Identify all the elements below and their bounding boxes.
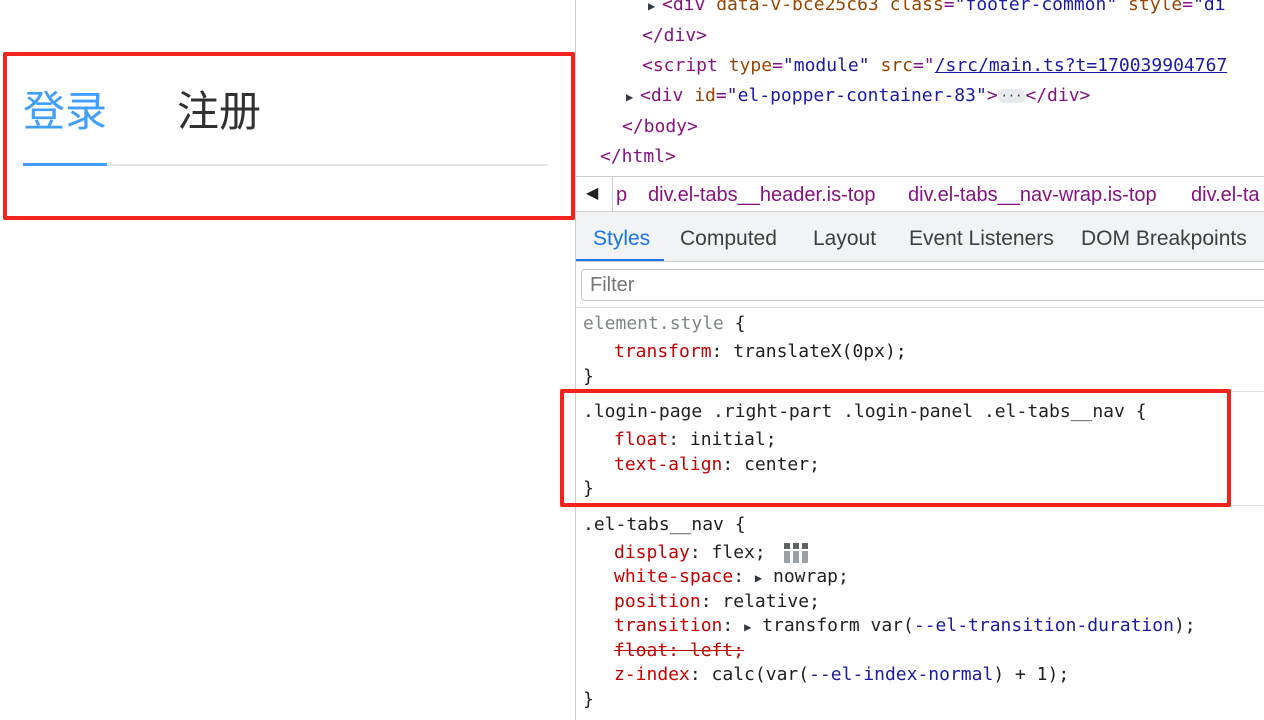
style-property[interactable]: white-space: ▶ nowrap; bbox=[614, 565, 849, 590]
property-name[interactable]: position bbox=[614, 591, 701, 612]
breadcrumb: ◀ p div.el-tabs__header.is-top div.el-ta… bbox=[576, 176, 1264, 212]
tab-styles[interactable]: Styles bbox=[593, 226, 650, 252]
attr-value: "di bbox=[1193, 0, 1226, 15]
css-variable[interactable]: --el-index-normal bbox=[809, 664, 993, 685]
tabs-active-bar bbox=[23, 163, 107, 166]
collapsed-children-ellipsis[interactable]: ··· bbox=[997, 89, 1026, 103]
tab-event-listeners[interactable]: Event Listeners bbox=[909, 226, 1054, 252]
breadcrumb-item-partial[interactable]: p bbox=[616, 183, 627, 207]
expand-triangle-icon[interactable]: ▶ bbox=[744, 620, 751, 634]
dom-node-script[interactable]: <script type="module" src="/src/main.ts?… bbox=[642, 55, 1227, 77]
style-rule-element: element.style { transform: translateX(0p… bbox=[576, 308, 1264, 392]
styles-filter-input[interactable] bbox=[581, 269, 1264, 301]
style-property[interactable]: transform: translateX(0px); bbox=[614, 340, 907, 364]
property-name[interactable]: z-index bbox=[614, 664, 690, 685]
devtools-subpanel-tabs: Styles Computed Layout Event Listeners D… bbox=[576, 212, 1264, 262]
tag-name: <div bbox=[662, 0, 706, 15]
tag-name: </body> bbox=[622, 116, 698, 137]
attr-value: "el-popper-container-83" bbox=[726, 85, 987, 106]
property-name[interactable]: white-space bbox=[614, 566, 733, 587]
attr-name: type bbox=[728, 55, 773, 76]
tab-login[interactable]: 登录 bbox=[23, 84, 107, 140]
property-value[interactable]: relative; bbox=[722, 591, 820, 612]
breadcrumb-item-tabs-header[interactable]: div.el-tabs__header.is-top bbox=[648, 183, 876, 207]
expand-triangle-icon[interactable]: ▶ bbox=[755, 571, 762, 585]
tab-layout[interactable]: Layout bbox=[813, 226, 876, 252]
page-preview: 登录 注册 bbox=[0, 0, 575, 720]
css-variable[interactable]: --el-transition-duration bbox=[914, 615, 1174, 636]
rule-selector[interactable]: .el-tabs__nav bbox=[583, 514, 724, 535]
script-src-link[interactable]: /src/main.ts?t=170039904767 bbox=[935, 55, 1228, 76]
property-value: ); bbox=[1173, 615, 1196, 636]
breadcrumb-scroll-left-icon[interactable]: ◀ bbox=[586, 183, 614, 209]
style-property[interactable]: display: flex; bbox=[614, 541, 809, 565]
tag-name: <div bbox=[640, 85, 684, 106]
tab-register[interactable]: 注册 bbox=[177, 84, 261, 140]
property-value[interactable]: transform var( bbox=[762, 615, 914, 636]
property-value[interactable]: calc(var( bbox=[712, 664, 810, 685]
style-property-overridden[interactable]: float: left; bbox=[614, 639, 744, 663]
property-name[interactable]: transition bbox=[614, 615, 722, 636]
active-tab-indicator bbox=[576, 259, 664, 261]
tag-name: </div> bbox=[1025, 85, 1091, 106]
styles-pane: element.style { transform: translateX(0p… bbox=[576, 308, 1264, 720]
breadcrumb-item-truncated[interactable]: div.el-ta bbox=[1191, 183, 1260, 207]
style-property[interactable]: position: relative; bbox=[614, 590, 820, 614]
tag-name: </html> bbox=[600, 146, 676, 167]
filter-row bbox=[576, 262, 1264, 308]
property-value[interactable]: flex; bbox=[712, 542, 766, 563]
tag-name: <script bbox=[642, 55, 718, 76]
style-rule-el-tabs-nav: .el-tabs__nav { display: flex; white-spa… bbox=[583, 514, 1196, 710]
dom-node-popper-container[interactable]: ▶ <div id="el-popper-container-83"> ··· </d… bbox=[626, 85, 1090, 108]
property-value: ) + 1); bbox=[993, 664, 1070, 685]
rule-selector[interactable]: element.style bbox=[583, 313, 724, 334]
annotation-highlight-box bbox=[560, 389, 1231, 507]
style-property[interactable]: transition: ▶ transform var(--el-transit… bbox=[614, 614, 1196, 639]
dom-node-footer[interactable]: ▶ <div data-v-bce25c63 class="footer-comm… bbox=[648, 0, 1226, 17]
attr-name: class bbox=[889, 0, 944, 15]
overridden-property[interactable]: float: left; bbox=[614, 640, 744, 661]
flexbox-editor-icon[interactable] bbox=[783, 542, 809, 564]
devtools-panel: ▶ <div data-v-bce25c63 class="footer-comm… bbox=[575, 0, 1264, 720]
dom-tree: ▶ <div data-v-bce25c63 class="footer-comm… bbox=[576, 0, 1264, 176]
dom-node-body-close[interactable]: </body> bbox=[622, 116, 698, 138]
tab-dom-breakpoints[interactable]: DOM Breakpoints bbox=[1081, 226, 1247, 252]
tabs-nav: 登录 注册 bbox=[23, 84, 548, 166]
attr-name: data-v-bce25c63 bbox=[716, 0, 879, 15]
login-panel-highlight: 登录 注册 bbox=[3, 52, 575, 220]
property-value[interactable]: translateX(0px); bbox=[733, 341, 906, 362]
attr-value: "footer-common" bbox=[954, 0, 1118, 15]
attr-name: id bbox=[694, 85, 716, 106]
attr-name: style bbox=[1128, 0, 1183, 15]
dom-node-close-div[interactable]: </div> bbox=[642, 25, 707, 47]
style-property[interactable]: z-index: calc(var(--el-index-normal) + 1… bbox=[614, 663, 1069, 687]
attr-value: "module" bbox=[782, 55, 870, 76]
dom-node-html-close[interactable]: </html> bbox=[600, 146, 676, 168]
property-name[interactable]: transform bbox=[614, 341, 712, 362]
expand-triangle-icon[interactable]: ▶ bbox=[648, 0, 662, 17]
property-value[interactable]: nowrap; bbox=[773, 566, 849, 587]
property-name[interactable]: display bbox=[614, 542, 690, 563]
tag-name: </div> bbox=[642, 25, 708, 46]
expand-triangle-icon[interactable]: ▶ bbox=[626, 86, 640, 108]
divider bbox=[612, 177, 613, 211]
breadcrumb-item-nav-wrap[interactable]: div.el-tabs__nav-wrap.is-top bbox=[908, 183, 1157, 207]
attr-name: src bbox=[880, 55, 913, 76]
tab-computed[interactable]: Computed bbox=[680, 226, 777, 252]
